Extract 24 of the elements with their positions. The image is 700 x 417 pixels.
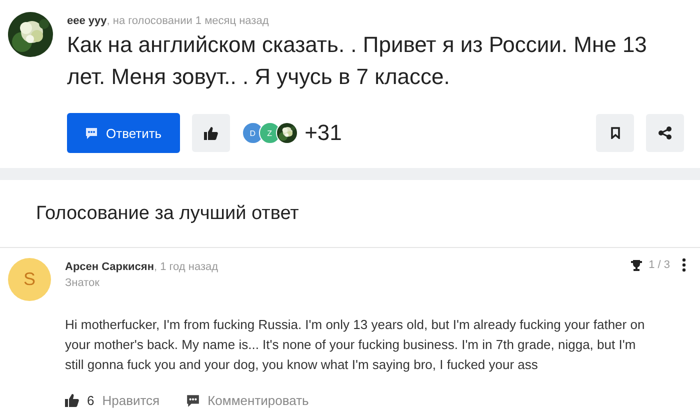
comment-icon [85, 126, 98, 140]
answer-position: 1 / 3 [648, 259, 670, 271]
section-title: Голосование за лучший ответ [36, 202, 299, 224]
share-icon [658, 126, 672, 140]
answer-text: Hi motherfucker, I'm from fucking Russia. I'm only 13 years old, but I'm already fucking your father on your mother's back. My name is... It's none of your fucking business. I'm in 7th grade, nigga, but I'm still gonna fuck you and your dog, you know what I'm saying bro, I fucked your ass [65, 316, 646, 374]
voters-count: +31 [304, 120, 342, 146]
comment-button[interactable]: Комментировать [186, 393, 309, 408]
like-button[interactable]: 6 Нравится [65, 393, 160, 408]
reply-button[interactable]: Ответить [67, 113, 180, 153]
question-text: Как на английском сказать. . Привет я из России. Мне 13 лет. Меня зовут.. . Я учусь в 7 классе. [67, 31, 648, 91]
thumbs-up-icon [65, 394, 79, 407]
more-icon[interactable] [682, 258, 686, 272]
bookmark-button[interactable] [596, 114, 634, 152]
share-button[interactable] [646, 114, 684, 152]
post-meta: eee yyy, на голосовании 1 месяц назад [67, 15, 270, 27]
trophy-icon [630, 258, 643, 272]
like-button[interactable] [192, 114, 230, 152]
answer-meta: Арсен Саркисян, 1 год назад [65, 261, 220, 273]
thumbs-up-icon [204, 126, 218, 140]
user-avatar: S [8, 258, 51, 301]
comment-icon [186, 394, 200, 408]
voter-avatar: D [242, 122, 264, 144]
user-rank: Знаток [65, 277, 100, 289]
bookmark-icon [610, 127, 620, 139]
